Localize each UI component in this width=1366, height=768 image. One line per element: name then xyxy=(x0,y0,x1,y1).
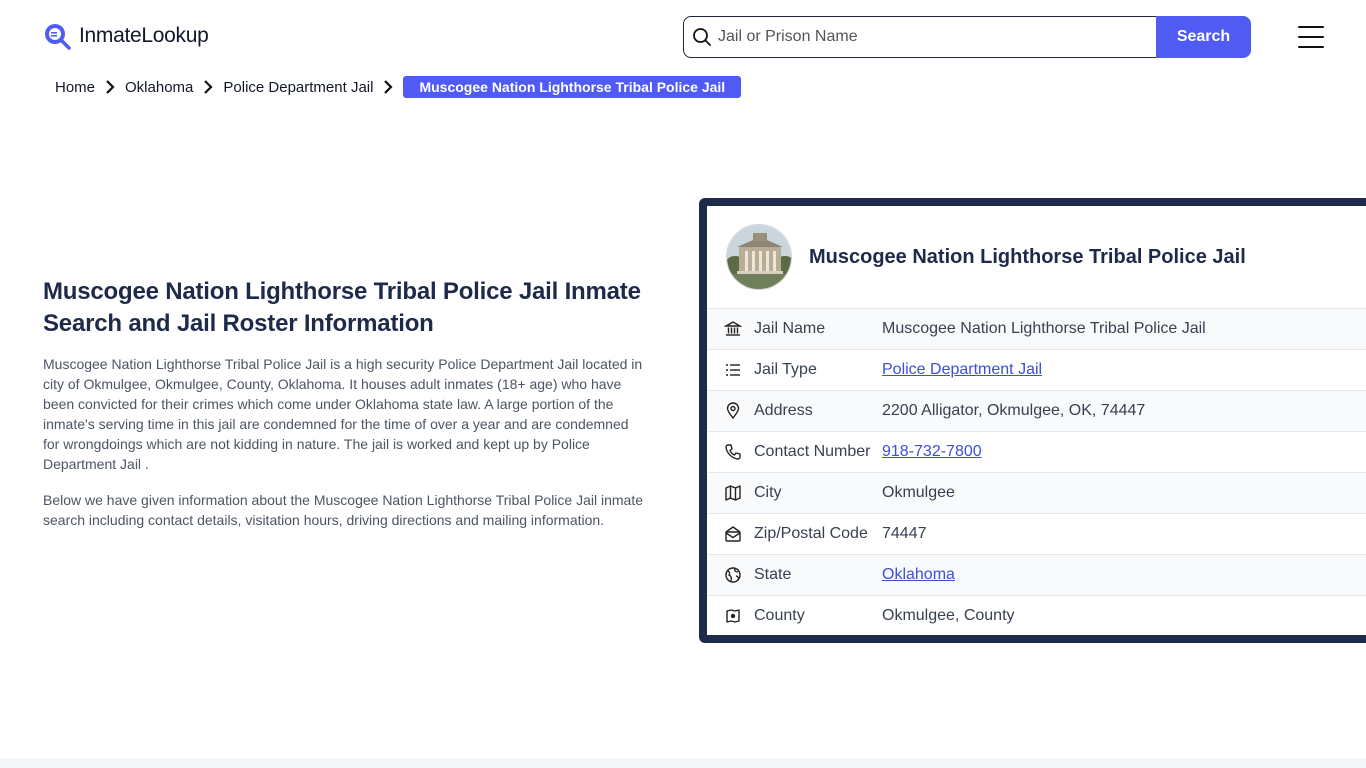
chevron-right-icon xyxy=(384,80,394,94)
row-label: Jail Type xyxy=(754,361,817,378)
chevron-right-icon xyxy=(204,80,213,94)
hamburger-menu-icon[interactable] xyxy=(1298,26,1324,48)
globe-icon xyxy=(725,567,741,583)
search-box xyxy=(683,16,1156,58)
table-row: Zip/Postal Code 74447 xyxy=(707,513,1366,554)
row-value: Okmulgee, County xyxy=(882,607,1015,624)
row-value: 74447 xyxy=(882,525,927,542)
row-label: State xyxy=(754,566,792,583)
list-icon xyxy=(726,364,740,376)
map-icon xyxy=(725,485,741,501)
breadcrumb: Home Oklahoma Police Department Jail Mus… xyxy=(55,76,742,98)
search-bar: Search xyxy=(683,16,1251,58)
row-label: Contact Number xyxy=(754,443,871,460)
row-label: Zip/Postal Code xyxy=(754,525,868,542)
row-label: City xyxy=(754,484,782,501)
row-label: Address xyxy=(754,402,813,419)
search-input[interactable] xyxy=(718,28,1138,46)
table-row: County Okmulgee, County xyxy=(707,595,1366,636)
description-paragraph-2: Below we have given information about th… xyxy=(43,492,644,528)
chevron-right-icon xyxy=(106,80,115,94)
jail-photo xyxy=(726,224,792,290)
search-button[interactable]: Search xyxy=(1156,16,1251,58)
map-pin-icon xyxy=(726,402,740,420)
phone-link[interactable]: 918-732-7800 xyxy=(882,443,982,461)
footer-strip xyxy=(0,758,1366,768)
card-title: Muscogee Nation Lighthorse Tribal Police… xyxy=(809,245,1246,268)
table-row: State Oklahoma xyxy=(707,554,1366,595)
site-logo[interactable]: InmateLookup xyxy=(43,22,209,50)
phone-icon xyxy=(725,444,741,460)
table-row: City Okmulgee xyxy=(707,472,1366,513)
table-row: Contact Number 918-732-7800 xyxy=(707,431,1366,472)
description-paragraph: Muscogee Nation Lighthorse Tribal Police… xyxy=(43,356,643,472)
row-label: Jail Name xyxy=(754,320,826,337)
breadcrumb-state[interactable]: Oklahoma xyxy=(125,79,193,96)
table-row: Address 2200 Alligator, Okmulgee, OK, 74… xyxy=(707,390,1366,431)
logo-text: InmateLookup xyxy=(79,24,209,47)
row-value: Okmulgee xyxy=(882,484,955,501)
county-icon xyxy=(726,609,740,623)
breadcrumb-current: Muscogee Nation Lighthorse Tribal Police… xyxy=(403,76,742,98)
breadcrumb-jail-type[interactable]: Police Department Jail xyxy=(223,79,373,96)
row-value: 2200 Alligator, Okmulgee, OK, 74447 xyxy=(882,402,1146,419)
search-icon xyxy=(693,28,711,46)
jail-type-link[interactable]: Police Department Jail xyxy=(882,361,1042,379)
page-title: Muscogee Nation Lighthorse Tribal Police… xyxy=(43,278,641,337)
table-row: Jail Type Police Department Jail xyxy=(707,349,1366,390)
mail-icon xyxy=(725,526,741,542)
table-row: Jail Name Muscogee Nation Lighthorse Tri… xyxy=(707,308,1366,349)
logo-magnifier-icon xyxy=(45,24,71,50)
building-icon xyxy=(724,321,742,336)
row-value: Muscogee Nation Lighthorse Tribal Police… xyxy=(882,320,1206,337)
row-label: County xyxy=(754,607,805,624)
state-link[interactable]: Oklahoma xyxy=(882,566,955,584)
info-table: Jail Name Muscogee Nation Lighthorse Tri… xyxy=(707,308,1366,636)
jail-info-card: Muscogee Nation Lighthorse Tribal Police… xyxy=(699,198,1366,643)
breadcrumb-home[interactable]: Home xyxy=(55,79,95,96)
